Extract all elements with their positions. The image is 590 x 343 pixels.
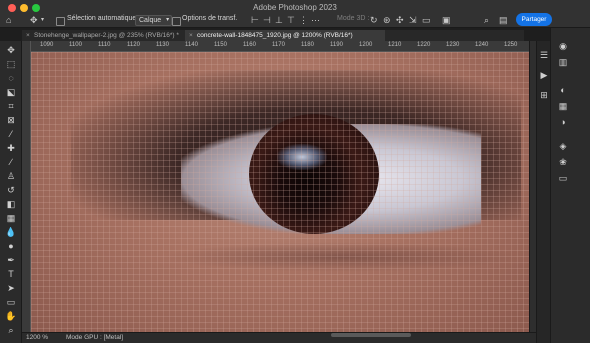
ruler-tick: 1190	[330, 42, 343, 48]
ruler-tick: 1250	[504, 42, 518, 48]
ruler-tick: 1220	[417, 42, 431, 48]
ruler-tick: 1130	[156, 42, 169, 48]
ruler-tick: 1140	[185, 42, 198, 48]
tab-stonehenge[interactable]: × Stonehenge_wallpaper-2.jpg @ 235% (RVB…	[22, 30, 185, 41]
auto-select-checkbox[interactable]	[56, 17, 65, 26]
pixel-grid	[31, 52, 529, 332]
ruler-tick: 1120	[127, 42, 140, 48]
lasso-tool-icon[interactable]: ◌	[5, 72, 17, 84]
ruler-tick: 1150	[214, 42, 227, 48]
actions-panel-icon[interactable]: ▶	[538, 69, 550, 81]
move-tool-icon[interactable]: ✥	[30, 15, 38, 25]
vertical-ruler[interactable]	[22, 41, 31, 332]
crop-tool-icon[interactable]: ⌗	[5, 100, 17, 112]
hand-tool-icon[interactable]: ✋	[5, 310, 17, 322]
gradient-tool-icon[interactable]: ▦	[5, 212, 17, 224]
ruler-tick: 1210	[388, 42, 402, 48]
status-bar: 1200 % Mode GPU : [Metal]	[22, 332, 536, 343]
tab-label: Stonehenge_wallpaper-2.jpg @ 235% (RVB/1…	[34, 32, 179, 39]
pan-3d-icon[interactable]: ✣	[396, 15, 404, 25]
roll-3d-icon[interactable]: ⊛	[383, 15, 391, 25]
close-tab-icon[interactable]: ×	[189, 30, 193, 41]
auto-select-dropdown[interactable]: Calque	[135, 15, 173, 26]
more-options-icon[interactable]: ⋯	[311, 15, 320, 25]
dodge-tool-icon[interactable]: ●	[5, 240, 17, 252]
properties-panel-icon[interactable]: ⊞	[538, 89, 550, 101]
eraser-tool-icon[interactable]: ◧	[5, 198, 17, 210]
collapsed-panel-strip: ☰ ▶ ⊞	[536, 41, 551, 343]
align-left-icon[interactable]: ⊢	[251, 15, 259, 25]
zoom-tool-icon[interactable]: ⌕	[5, 324, 17, 336]
tools-panel: ✥ ⬚ ◌ ⬕ ⌗ ⊠ ⁄ ✚ ∕ ♙ ↺ ◧ ▦ 💧 ● ✒ T ➤ ▭ ✋ …	[0, 41, 22, 343]
zoom-level[interactable]: 1200 %	[26, 334, 48, 341]
tab-label: concrete-wall-1848475_1920.jpg @ 1200% (…	[197, 32, 353, 39]
horizontal-scrollbar[interactable]	[331, 333, 411, 337]
eyedropper-tool-icon[interactable]: ⁄	[5, 128, 17, 140]
ruler-tick: 1090	[40, 42, 54, 48]
tab-concrete-wall[interactable]: × concrete-wall-1848475_1920.jpg @ 1200%…	[185, 30, 385, 41]
marquee-tool-icon[interactable]: ⬚	[5, 58, 17, 70]
mode-3d-label: Mode 3D :	[337, 15, 370, 22]
object-select-tool-icon[interactable]: ⬕	[5, 86, 17, 98]
ruler-tick: 1170	[272, 42, 285, 48]
channels-panel-icon[interactable]: ❀	[557, 156, 569, 168]
ruler-tick: 1230	[446, 42, 460, 48]
transform-controls-label: Options de transf.	[182, 15, 238, 22]
color-panel-icon[interactable]: ◐	[557, 84, 569, 96]
ruler-tick: 1110	[98, 42, 111, 48]
document-canvas[interactable]	[31, 52, 529, 332]
scale-3d-icon[interactable]: ▭	[422, 15, 431, 25]
healing-brush-icon[interactable]: ✚	[5, 142, 17, 154]
ruler-tick: 1160	[243, 42, 256, 48]
align-top-icon[interactable]: ⊤	[287, 15, 295, 25]
document-tabs: × Stonehenge_wallpaper-2.jpg @ 235% (RVB…	[22, 30, 524, 41]
title-bar: Adobe Photoshop 2023 ⌂ ✥ ▾ Sélection aut…	[0, 0, 590, 28]
home-icon[interactable]: ⌂	[6, 15, 11, 25]
align-right-icon[interactable]: ⊥	[275, 15, 283, 25]
paths-panel-icon[interactable]: ▭	[557, 172, 569, 184]
close-tab-icon[interactable]: ×	[26, 30, 30, 41]
chevron-down-icon[interactable]: ▾	[41, 15, 44, 25]
brush-tool-icon[interactable]: ∕	[5, 156, 17, 168]
panel-dock: ◉ ▥ ◐ ▦ ◑ ◈ ❀ ▭	[550, 28, 590, 343]
ruler-tick: 1200	[359, 42, 373, 48]
ruler-tick: 1100	[69, 42, 82, 48]
distribute-icon[interactable]: ⋮	[299, 15, 308, 25]
workspace-icon[interactable]: ▤	[499, 15, 508, 25]
libraries-icon[interactable]: ▥	[557, 56, 569, 68]
clone-stamp-icon[interactable]: ♙	[5, 170, 17, 182]
share-button[interactable]: Partager	[516, 13, 552, 26]
pen-tool-icon[interactable]: ✒	[5, 254, 17, 266]
ruler-tick: 1240	[475, 42, 489, 48]
rectangle-tool-icon[interactable]: ▭	[5, 296, 17, 308]
search-icon[interactable]: ⌕	[484, 15, 489, 25]
move-tool-icon[interactable]: ✥	[5, 44, 17, 56]
transform-controls-checkbox[interactable]	[172, 17, 181, 26]
auto-select-label: Sélection automatique :	[67, 15, 141, 22]
gpu-mode: Mode GPU : [Metal]	[66, 334, 124, 341]
ruler-tick: 1180	[301, 42, 314, 48]
swatches-icon[interactable]: ▦	[557, 100, 569, 112]
layers-panel-icon[interactable]: ◈	[557, 140, 569, 152]
options-bar: ⌂ ✥ ▾ Sélection automatique : Calque Opt…	[0, 12, 590, 28]
history-brush-icon[interactable]: ↺	[5, 184, 17, 196]
history-panel-icon[interactable]: ☰	[538, 49, 550, 61]
type-tool-icon[interactable]: T	[5, 268, 17, 280]
frame-tool-icon[interactable]: ⊠	[5, 114, 17, 126]
video-icon[interactable]: ▣	[442, 15, 451, 25]
slide-3d-icon[interactable]: ⇲	[409, 15, 417, 25]
path-select-icon[interactable]: ➤	[5, 282, 17, 294]
blur-tool-icon[interactable]: 💧	[5, 226, 17, 238]
align-center-icon[interactable]: ⊣	[263, 15, 271, 25]
learn-icon[interactable]: ◉	[557, 40, 569, 52]
app-title: Adobe Photoshop 2023	[253, 3, 337, 12]
rotate-3d-icon[interactable]: ↻	[370, 15, 378, 25]
adjustments-icon[interactable]: ◑	[557, 116, 569, 128]
horizontal-ruler[interactable]: 1090 1100 1110 1120 1130 1140 1150 1160 …	[31, 41, 529, 52]
